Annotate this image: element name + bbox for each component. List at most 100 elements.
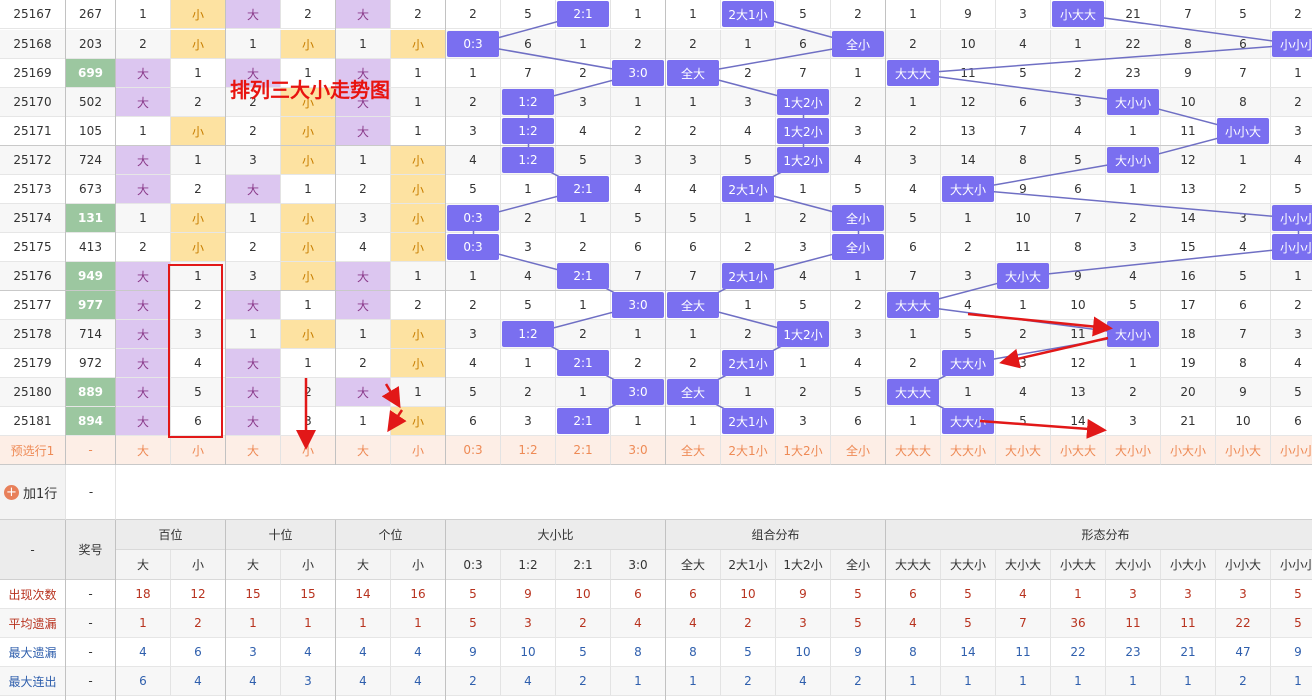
preselect-option[interactable]: 2:1	[556, 436, 611, 465]
issue-cell: 25171	[0, 117, 66, 146]
preselect-option[interactable]: 大大大	[886, 436, 941, 465]
digit-small-cell: 小	[281, 30, 336, 59]
preselect-option[interactable]: 大小大	[996, 436, 1051, 465]
preselect-option[interactable]: 小大大	[1051, 436, 1106, 465]
hit-ball: 全小	[832, 31, 884, 57]
preselect-option[interactable]: 大	[336, 436, 391, 465]
miss-cell: 1	[556, 204, 611, 233]
hit-ball: 1大2小	[777, 118, 829, 144]
digit-big-cell: 3	[226, 146, 281, 175]
miss-cell: 3	[556, 88, 611, 117]
miss-cell: 2	[446, 291, 501, 320]
preselect-option[interactable]: 小	[171, 436, 226, 465]
stat-value: 6	[666, 580, 721, 609]
add-row-button[interactable]: + 加1行	[4, 483, 57, 502]
miss-cell: 6	[1216, 291, 1271, 320]
digit-small-cell: 小	[281, 204, 336, 233]
miss-cell: 3	[446, 320, 501, 349]
miss-cell: 1	[1051, 30, 1106, 59]
column-separator	[445, 520, 446, 700]
stat-value: 10	[776, 638, 831, 667]
hit-ball: 大大小	[942, 408, 994, 434]
stat-label: 平均遗漏	[0, 609, 66, 638]
preselect-option[interactable]: 小小小	[1271, 436, 1312, 465]
miss-cell: 2	[721, 320, 776, 349]
miss-cell: 10	[1051, 291, 1106, 320]
digit-small-cell: 小	[171, 30, 226, 59]
digit-big-cell: 2	[116, 30, 171, 59]
preselect-option[interactable]: 小	[281, 436, 336, 465]
preselect-option[interactable]: 全小	[831, 436, 886, 465]
header-dash: -	[0, 520, 66, 580]
miss-cell: 2	[1051, 59, 1106, 88]
miss-cell: 1	[666, 0, 721, 29]
digit-big-cell: 大	[226, 407, 281, 436]
digit-big-cell: 2	[226, 117, 281, 146]
hit-ball: 0:3	[447, 234, 499, 260]
miss-cell: 1	[721, 291, 776, 320]
hit-ball: 全大	[667, 292, 719, 318]
digit-small-cell: 1	[391, 378, 446, 407]
digit-small-cell: 小	[281, 320, 336, 349]
digit-big-cell: 大	[116, 262, 171, 291]
digit-big-cell: 2	[226, 233, 281, 262]
stat-value: 11	[1161, 609, 1216, 638]
digit-big-cell: 大	[116, 291, 171, 320]
digit-small-cell: 1	[391, 117, 446, 146]
prize-number: 502	[66, 88, 116, 117]
preselect-option[interactable]: 小大小	[1161, 436, 1216, 465]
digit-small-cell: 2	[171, 88, 226, 117]
stat-value: 2	[446, 667, 501, 696]
miss-cell: 1	[941, 378, 996, 407]
preselect-option[interactable]: 大大小	[941, 436, 996, 465]
miss-cell: 1	[446, 262, 501, 291]
stat-num: -	[66, 638, 116, 667]
miss-cell: 2	[831, 88, 886, 117]
prize-number: 894	[66, 407, 116, 436]
preselect-option[interactable]: 3:0	[611, 436, 666, 465]
preselect-option[interactable]: 2大1小	[721, 436, 776, 465]
preselect-option[interactable]: 小	[391, 436, 446, 465]
miss-cell: 2	[776, 204, 831, 233]
issue-cell: 25181	[0, 407, 66, 436]
stat-value: 4	[391, 638, 446, 667]
miss-cell: 2	[446, 0, 501, 29]
miss-cell: 6	[611, 233, 666, 262]
preselect-option[interactable]: 全大	[666, 436, 721, 465]
preselect-option[interactable]: 大	[116, 436, 171, 465]
preselect-option[interactable]: 1:2	[501, 436, 556, 465]
header-sub: 小	[391, 550, 446, 580]
miss-cell: 2	[886, 117, 941, 146]
miss-cell: 4	[1106, 262, 1161, 291]
stat-value: 1	[1106, 667, 1161, 696]
stat-value: 4	[116, 638, 171, 667]
miss-cell: 5	[611, 204, 666, 233]
stat-value: 4	[611, 609, 666, 638]
preselect-option[interactable]: 大小小	[1106, 436, 1161, 465]
stat-value: 1	[1051, 667, 1106, 696]
miss-cell: 4	[776, 262, 831, 291]
preselect-option[interactable]: 大	[226, 436, 281, 465]
preselect-option[interactable]: 0:3	[446, 436, 501, 465]
prize-number: 949	[66, 262, 116, 291]
stat-num: -	[66, 580, 116, 609]
hit-ball: 2:1	[557, 176, 609, 202]
issue-cell: 25179	[0, 349, 66, 378]
preselect-option[interactable]: 小小大	[1216, 436, 1271, 465]
miss-cell: 1	[611, 0, 666, 29]
miss-cell: 3	[501, 407, 556, 436]
miss-cell: 5	[501, 291, 556, 320]
prize-number: 699	[66, 59, 116, 88]
header-group: 大小比	[446, 520, 666, 550]
header-group: 组合分布	[666, 520, 886, 550]
miss-cell: 2	[996, 320, 1051, 349]
miss-cell: 1	[611, 320, 666, 349]
digit-big-cell: 2	[336, 175, 391, 204]
digit-small-cell: 1	[281, 175, 336, 204]
miss-cell: 6	[831, 407, 886, 436]
miss-cell: 11	[941, 59, 996, 88]
stat-value: 21	[1161, 638, 1216, 667]
miss-cell: 5	[831, 378, 886, 407]
stat-value: 1	[116, 609, 171, 638]
preselect-option[interactable]: 1大2小	[776, 436, 831, 465]
